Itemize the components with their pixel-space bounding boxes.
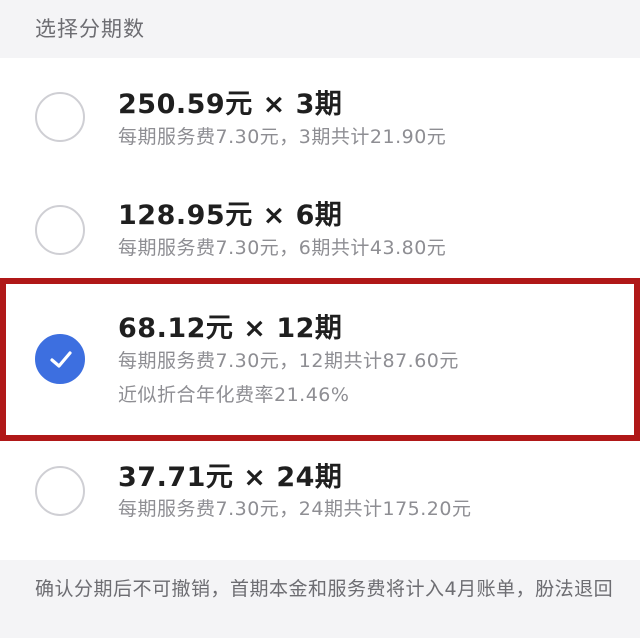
checkmark-icon (50, 351, 72, 368)
radio-button[interactable] (35, 466, 85, 516)
option-detail: 每期服务费7.30元，3期共计21.90元 (118, 126, 447, 148)
radio-button-checked[interactable] (35, 334, 85, 384)
installment-option-12[interactable]: 68.12元 × 12期 每期服务费7.30元，12期共计87.60元 近似折合… (0, 284, 640, 435)
page-title: 选择分期数 (35, 17, 145, 41)
option-detail: 每期服务费7.30元，6期共计43.80元 (118, 237, 447, 259)
option-title: 68.12元 × 12期 (118, 313, 343, 344)
footer: 确认分期后不可撤销，首期本金和服务费将计入4月账单，肦法退回 (0, 560, 640, 638)
footer-notice: 确认分期后不可撤销，首期本金和服务费将计入4月账单，肦法退回 (35, 578, 614, 600)
installment-option-24[interactable]: 37.71元 × 24期 每期服务费7.30元，24期共计175.20元 (0, 441, 640, 560)
option-annual-rate: 近似折合年化费率21.46% (118, 384, 350, 406)
option-detail: 每期服务费7.30元，24期共计175.20元 (118, 498, 472, 520)
installment-option-3[interactable]: 250.59元 × 3期 每期服务费7.30元，3期共计21.90元 (0, 58, 640, 168)
radio-button[interactable] (35, 205, 85, 255)
option-title: 128.95元 × 6期 (118, 200, 343, 231)
option-detail: 每期服务费7.30元，12期共计87.60元 (118, 350, 459, 372)
option-title: 250.59元 × 3期 (118, 89, 343, 120)
installment-option-6[interactable]: 128.95元 × 6期 每期服务费7.30元，6期共计43.80元 (0, 168, 640, 278)
radio-button[interactable] (35, 92, 85, 142)
header: 选择分期数 (0, 0, 640, 58)
option-title: 37.71元 × 24期 (118, 462, 343, 493)
